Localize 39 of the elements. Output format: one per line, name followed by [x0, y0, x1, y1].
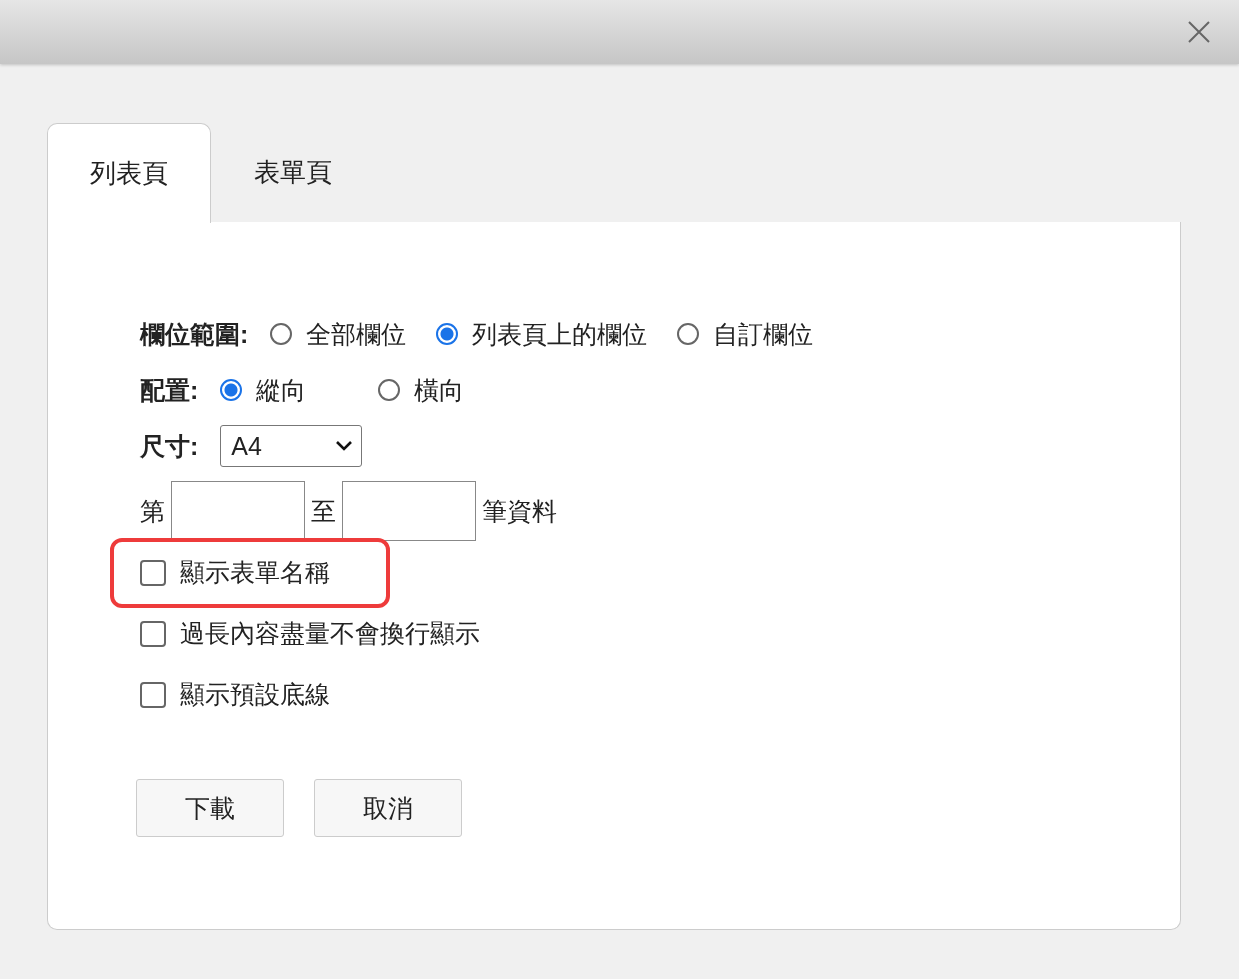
radio-button[interactable] — [378, 379, 401, 401]
radio-label: 全部欄位 — [306, 318, 407, 350]
action-button[interactable]: 下載 — [136, 779, 284, 837]
checkbox-option[interactable]: 顯示預設底線 — [140, 678, 330, 711]
radio-button[interactable] — [270, 323, 293, 345]
radio-label: 橫向 — [414, 374, 465, 406]
checkbox[interactable] — [140, 620, 166, 647]
checkbox-label: 顯示表單名稱 — [180, 557, 330, 588]
tab[interactable]: 列表頁 — [47, 123, 211, 223]
radio-option[interactable]: 橫向 — [378, 373, 465, 407]
field-label: 配置: — [140, 374, 199, 406]
field-label: 欄位範圍: — [140, 318, 249, 350]
close-icon[interactable] — [1187, 20, 1211, 44]
checkbox-label: 過長內容盡量不會換行顯示 — [180, 618, 480, 649]
checkbox[interactable] — [140, 681, 166, 708]
radio-button[interactable] — [436, 323, 459, 345]
checkbox-label: 顯示預設底線 — [180, 679, 330, 710]
input-field[interactable] — [171, 481, 305, 541]
range-text: 至 — [311, 495, 336, 527]
radio-label: 自訂欄位 — [713, 318, 814, 350]
range-text: 筆資料 — [482, 495, 557, 527]
radio-label: 列表頁上的欄位 — [472, 318, 648, 350]
checkbox-option[interactable]: 顯示表單名稱 — [140, 556, 330, 589]
tab[interactable]: 表單頁 — [211, 122, 375, 222]
checkbox[interactable] — [140, 559, 166, 586]
radio-button[interactable] — [220, 379, 243, 401]
radio-label: 縱向 — [256, 374, 307, 406]
checkbox-option[interactable]: 過長內容盡量不會換行顯示 — [140, 617, 480, 650]
size-dropdown[interactable]: A4 — [220, 425, 363, 467]
radio-option[interactable]: 全部欄位 — [270, 317, 407, 351]
action-button[interactable]: 取消 — [314, 779, 462, 837]
chevron-down-icon — [335, 440, 354, 452]
input-field[interactable] — [342, 481, 476, 541]
radio-option[interactable]: 列表頁上的欄位 — [436, 317, 648, 351]
radio-option[interactable]: 縱向 — [220, 373, 307, 407]
field-label: 尺寸: — [140, 430, 199, 462]
range-text: 第 — [140, 495, 165, 527]
radio-button[interactable] — [677, 323, 700, 345]
radio-option[interactable]: 自訂欄位 — [677, 317, 814, 351]
